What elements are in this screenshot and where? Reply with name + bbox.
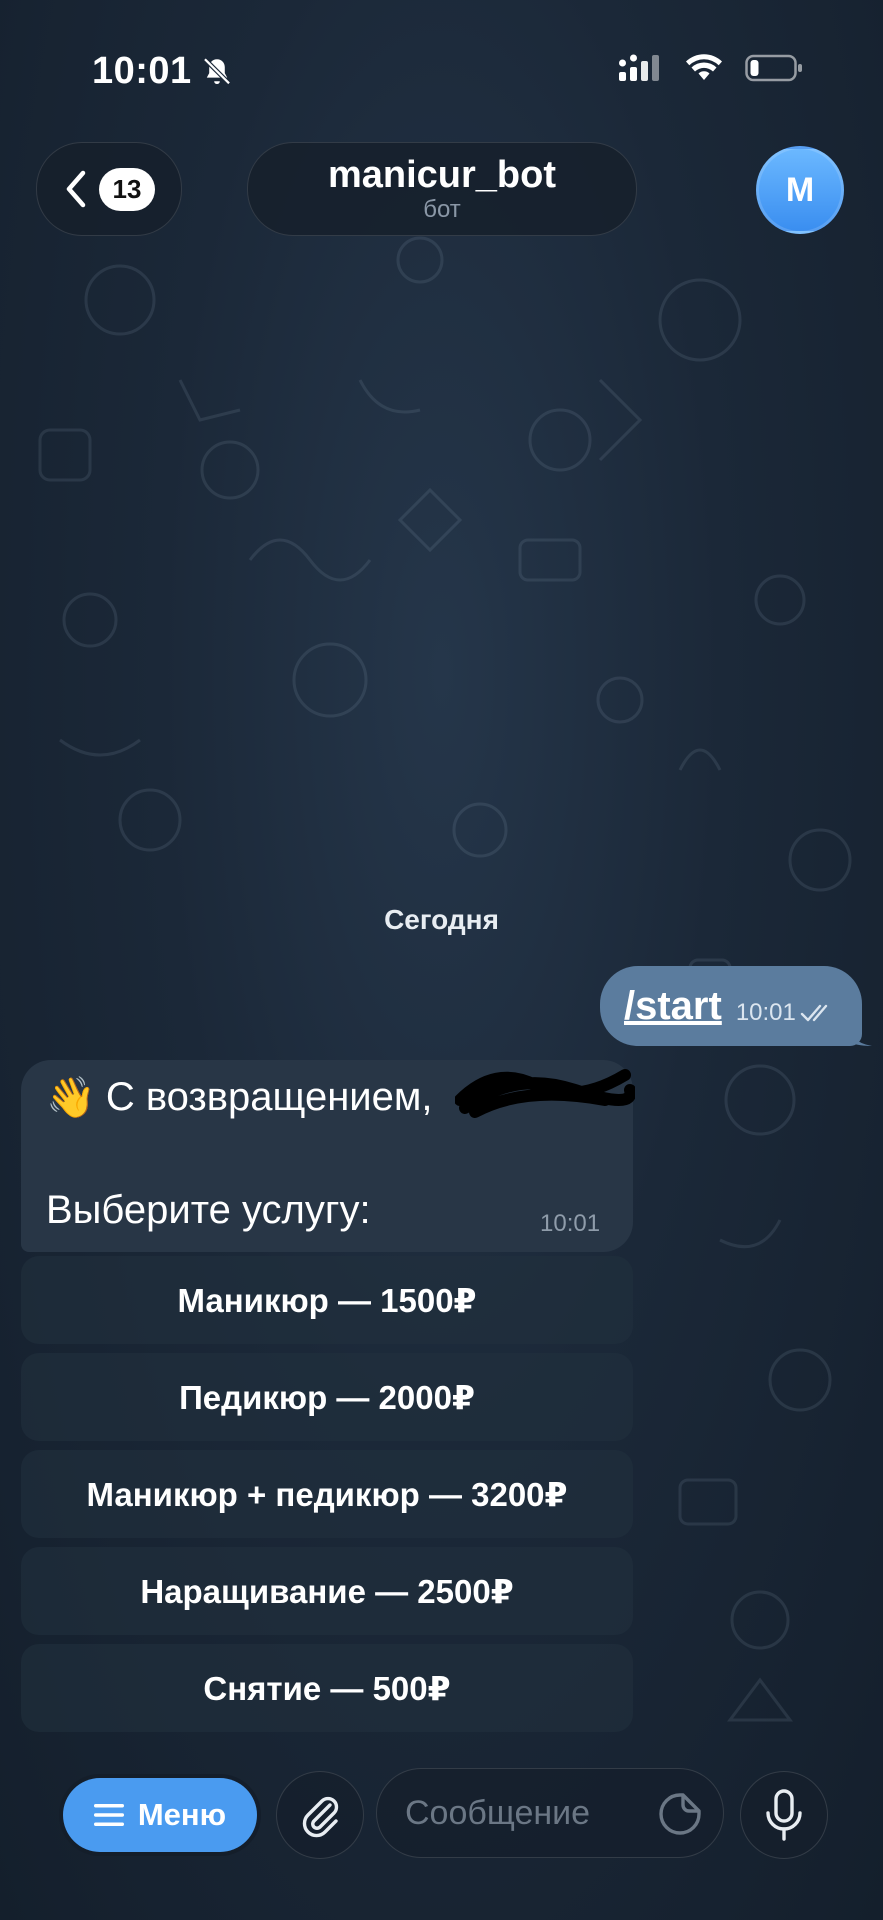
incoming-message-time: 10:01 xyxy=(540,1210,601,1237)
redacted-name-scribble xyxy=(455,1069,635,1118)
paperclip-icon xyxy=(302,1796,339,1838)
wifi-icon xyxy=(686,54,722,80)
outgoing-message[interactable]: /start 10:01 xyxy=(600,966,862,1046)
bell-slash-icon xyxy=(203,57,231,85)
menu-lines-icon xyxy=(93,1804,124,1826)
chat-subtitle: бот xyxy=(423,196,461,223)
service-button-manicure[interactable]: Маникюр — 1500₽ xyxy=(21,1256,633,1344)
outgoing-message-time: 10:01 xyxy=(735,999,796,1026)
bubble-tail xyxy=(846,1020,872,1046)
chat-title: manicur_bot xyxy=(327,154,557,196)
service-button-removal[interactable]: Снятие — 500₽ xyxy=(21,1644,633,1732)
unread-count-badge: 13 xyxy=(98,167,156,211)
battery-icon xyxy=(745,54,802,82)
double-check-icon xyxy=(800,1004,828,1022)
microphone-icon xyxy=(766,1789,802,1841)
menu-button-label: Меню xyxy=(137,1797,227,1832)
signal-icon xyxy=(619,54,659,81)
wave-emoji: 👋 xyxy=(46,1076,96,1120)
outgoing-message-text[interactable]: /start xyxy=(624,984,722,1029)
avatar-letter: M xyxy=(785,170,815,209)
back-button[interactable]: 13 xyxy=(36,142,182,236)
message-input[interactable]: Сообщение xyxy=(376,1768,724,1858)
service-button-combo[interactable]: Маникюр + педикюр — 3200₽ xyxy=(21,1450,633,1538)
service-button-pedicure[interactable]: Педикюр — 2000₽ xyxy=(21,1353,633,1441)
chat-title-pill[interactable]: manicur_bot бот xyxy=(247,142,637,236)
message-input-placeholder: Сообщение xyxy=(405,1793,591,1832)
incoming-line-1: 👋 С возвращением, xyxy=(46,1074,433,1121)
service-button-extensions[interactable]: Наращивание — 2500₽ xyxy=(21,1547,633,1635)
status-icons xyxy=(619,54,803,82)
attach-button[interactable] xyxy=(276,1771,364,1859)
microphone-button[interactable] xyxy=(740,1771,828,1859)
chevron-left-icon xyxy=(66,170,85,208)
sticker-icon[interactable] xyxy=(657,1791,703,1837)
incoming-greeting-text: С возвращением, xyxy=(105,1075,433,1119)
date-separator: Сегодня xyxy=(384,904,499,935)
avatar[interactable]: M xyxy=(756,146,844,234)
menu-button[interactable]: Меню xyxy=(63,1778,257,1852)
status-time: 10:01 xyxy=(92,50,234,93)
incoming-line-2: Выберите услугу: xyxy=(46,1188,371,1232)
